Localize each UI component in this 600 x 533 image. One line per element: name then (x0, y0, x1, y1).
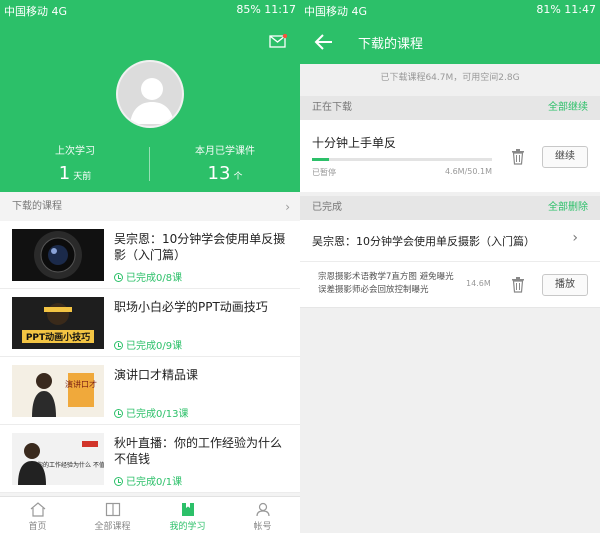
avatar[interactable] (116, 60, 184, 128)
course-thumbnail-lens (12, 229, 104, 281)
trash-icon[interactable] (511, 277, 525, 293)
download-status: 已暂停 (312, 168, 336, 177)
clock-label: 11:47 (564, 3, 596, 16)
completed-course-row[interactable]: 吴宗恩：10分钟学会使用单反摄影（入门篇） › (300, 220, 600, 262)
battery-label: 81% (536, 3, 561, 16)
storage-info: 已下载课程64.7M，可用空间2.8G (300, 64, 600, 92)
download-size: 4.6M/50.1M (444, 167, 492, 176)
course-title: 职场小白必学的PPT动画技巧 (114, 300, 268, 314)
clock-icon (114, 409, 123, 418)
book-icon (105, 502, 120, 517)
course-item[interactable]: 吴宗恩：10分钟学会使用单反摄影（入门篇） 已完成0/8课 (0, 221, 300, 289)
download-title: 十分钟上手单反 (312, 136, 397, 150)
tab-account[interactable]: 帐号 (225, 497, 300, 533)
app-bar: 下载的课程 (300, 20, 600, 64)
completed-lesson-item[interactable]: 宗恩摄影术语教学7直方图 避免曝光误差摄影师必会回放控制曝光 14.6M 播放 (300, 262, 600, 308)
download-progress-bar (312, 158, 492, 161)
svg-text:演讲口才: 演讲口才 (65, 379, 97, 389)
last-study-stat: 上次学习 1 天前 (55, 146, 95, 184)
month-stat: 本月已学课件 13 个 (195, 146, 255, 184)
completed-course-title: 吴宗恩：10分钟学会使用单反摄影（入门篇） (312, 235, 535, 248)
bottom-tab-bar: 首页 全部课程 我的学习 帐号 (0, 496, 300, 533)
play-button[interactable]: 播放 (542, 274, 588, 296)
course-item[interactable]: 演讲口才 演讲口才精品课 已完成0/13课 (0, 357, 300, 425)
course-item[interactable]: PPT动画小技巧 职场小白必学的PPT动画技巧 已完成0/9课 (0, 289, 300, 357)
lesson-title: 宗恩摄影术语教学7直方图 避免曝光误差摄影师必会回放控制曝光 (318, 272, 454, 295)
course-title: 秋叶直播：你的工作经验为什么不值钱 (114, 436, 283, 466)
resume-button[interactable]: 继续 (542, 146, 588, 168)
download-item[interactable]: 十分钟上手单反 已暂停 4.6M/50.1M 继续 (300, 120, 600, 192)
course-list: 吴宗恩：10分钟学会使用单反摄影（入门篇） 已完成0/8课 PPT动画小技巧 职… (0, 221, 300, 493)
course-item[interactable]: 你的工作经验为什么 不值钱 秋叶直播：你的工作经验为什么不值钱 已完成0/1课 (0, 425, 300, 493)
downloading-section-header: 正在下载 全部继续 (300, 96, 600, 120)
download-progress-fill (312, 158, 329, 161)
my-study-screen: 中国移动 4G 85% 11:17 上次学习 1天前 本月已学课件 13个 (0, 0, 300, 533)
page-title: 下载的课程 (358, 37, 424, 52)
person-icon (130, 78, 174, 124)
completed-section-header: 已完成 全部删除 (300, 196, 600, 220)
chevron-right-icon: › (285, 200, 290, 214)
delete-all-link[interactable]: 全部删除 (548, 196, 588, 220)
course-progress: 已完成0/1课 (114, 473, 182, 488)
course-progress: 已完成0/13课 (114, 405, 188, 420)
battery-label: 85% (236, 3, 261, 16)
mail-icon[interactable] (269, 34, 287, 48)
carrier-label: 中国移动 4G (304, 5, 368, 18)
status-bar: 中国移动 4G 81% 11:47 (300, 0, 600, 20)
course-title: 吴宗恩：10分钟学会使用单反摄影（入门篇） (114, 232, 286, 262)
study-icon (181, 503, 194, 516)
clock-icon (114, 477, 123, 486)
clock-label: 11:17 (264, 3, 296, 16)
tab-all-courses[interactable]: 全部课程 (75, 497, 150, 533)
section-title: 下载的课程 (12, 201, 62, 212)
carrier-label: 中国移动 4G (4, 5, 68, 18)
user-icon (255, 502, 270, 517)
downloaded-courses-header[interactable]: 下载的课程 › (0, 195, 300, 219)
home-icon (30, 502, 45, 517)
trash-icon[interactable] (511, 149, 525, 165)
course-thumbnail-speech: 演讲口才 (12, 365, 104, 417)
lesson-size: 14.6M (466, 279, 491, 288)
course-thumbnail-ppt: PPT动画小技巧 (12, 297, 104, 349)
svg-text:PPT动画小技巧: PPT动画小技巧 (26, 331, 90, 343)
profile-header: 上次学习 1 天前 本月已学课件 13 个 (0, 20, 300, 192)
course-progress: 已完成0/8课 (114, 269, 182, 284)
downloads-screen: 中国移动 4G 81% 11:47 下载的课程 已下载课程64.7M，可用空间2… (300, 0, 600, 533)
clock-icon (114, 273, 123, 282)
course-thumbnail-live: 你的工作经验为什么 不值钱 (12, 433, 104, 485)
tab-my-study[interactable]: 我的学习 (150, 497, 225, 533)
status-bar: 中国移动 4G 85% 11:17 (0, 0, 300, 20)
svg-text:你的工作经验为什么 不值钱: 你的工作经验为什么 不值钱 (37, 461, 104, 469)
resume-all-link[interactable]: 全部继续 (548, 96, 588, 120)
course-progress: 已完成0/9课 (114, 337, 182, 352)
chevron-right-icon: › (572, 230, 578, 246)
clock-icon (114, 341, 123, 350)
tab-home[interactable]: 首页 (0, 497, 75, 533)
back-arrow-icon[interactable] (312, 30, 336, 54)
course-title: 演讲口才精品课 (114, 368, 199, 382)
